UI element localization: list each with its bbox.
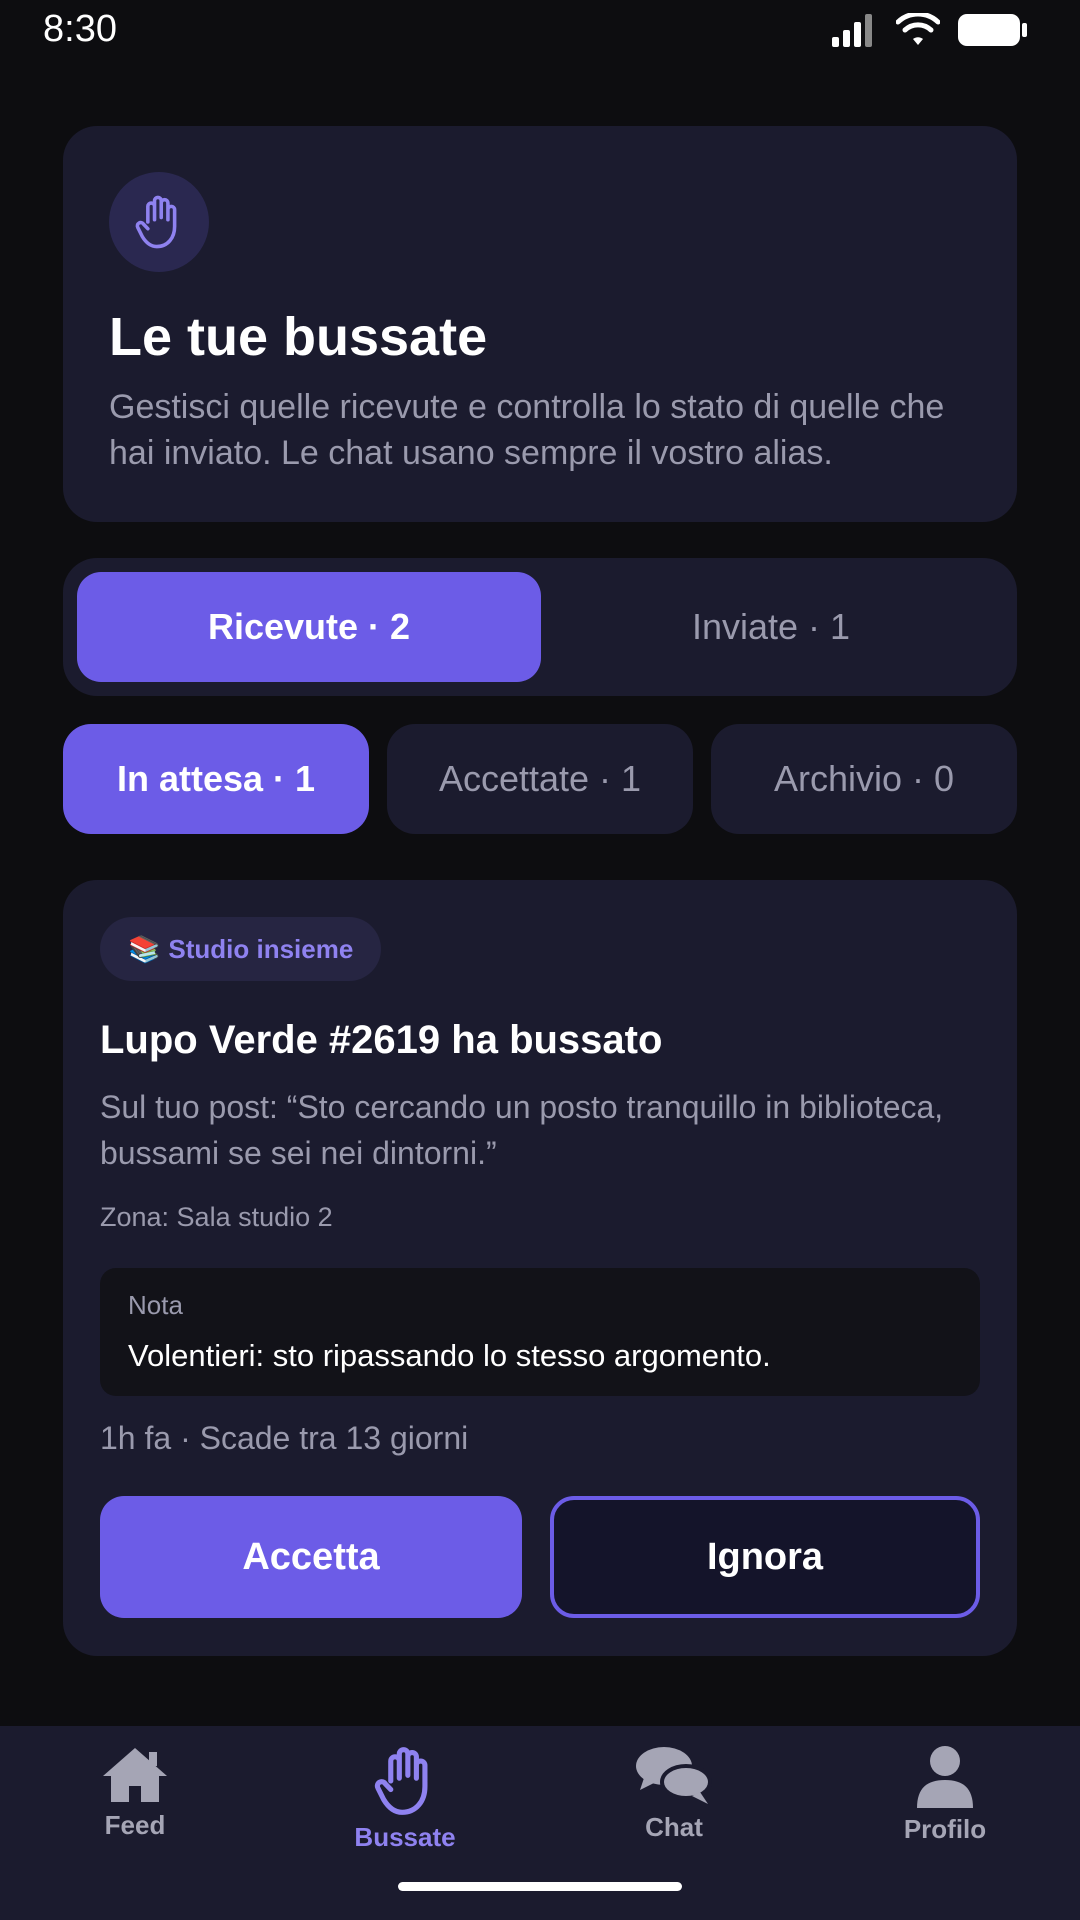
category-tag-label: Studio insieme [168,933,354,964]
page-subtitle: Gestisci quelle ricevute e controlla lo … [109,388,945,472]
wifi-icon [896,13,940,45]
books-icon: 📚 [128,933,161,964]
page-title: Le tue bussate [109,307,488,367]
category-tag: 📚 Studio insieme [100,917,382,981]
battery-icon [958,14,1027,46]
main-tabs: Ricevute · 2 Inviate · 1 [63,558,1017,696]
knock-zone: Zona: Sala studio 2 [100,1202,333,1232]
nav-item-profilo[interactable]: Profilo [845,1744,1045,1845]
knock-title: Lupo Verde #2619 ha bussato [100,1018,663,1062]
note-box: Nota Volentieri: sto ripassando lo stess… [100,1268,980,1396]
nav-item-bussate[interactable]: Bussate [305,1744,505,1853]
chat-icon [636,1747,712,1804]
nav-label-feed: Feed [104,1810,166,1840]
home-icon [103,1748,167,1802]
home-indicator[interactable] [398,1882,682,1891]
status-bar: 8:30 [0,0,1080,60]
note-text: Volentieri: sto ripassando lo stesso arg… [128,1338,771,1373]
status-time: 8:30 [43,8,117,50]
note-label: Nota [128,1290,183,1320]
nav-label-bussate: Bussate [354,1822,456,1852]
header-card: Le tue bussate Gestisci quelle ricevute … [63,126,1017,522]
hand-icon [135,195,177,249]
knock-card: 📚 Studio insieme Lupo Verde #2619 ha bus… [63,880,1017,1656]
header-icon-badge [109,172,209,272]
profile-icon [917,1746,973,1808]
signal-icon [832,14,872,47]
accept-button[interactable]: Accetta [100,1496,522,1618]
filter-in-attesa[interactable]: In attesa · 1 [63,724,369,834]
filter-accettate[interactable]: Accettate · 1 [387,724,693,834]
status-icons [832,12,1028,48]
nav-label-chat: Chat [645,1812,703,1842]
nav-item-chat[interactable]: Chat [574,1744,774,1843]
tab-inviate[interactable]: Inviate · 1 [539,572,1003,682]
filter-archivio[interactable]: Archivio · 0 [711,724,1017,834]
ignore-button[interactable]: Ignora [550,1496,980,1618]
nav-label-profilo: Profilo [903,1814,987,1844]
nav-item-feed[interactable]: Feed [35,1744,235,1841]
tab-ricevute[interactable]: Ricevute · 2 [77,572,541,682]
knock-post-text: Sul tuo post: “Sto cercando un posto tra… [100,1089,944,1171]
hand-icon [374,1747,428,1815]
knock-meta: 1h fa · Scade tra 13 giorni [100,1420,469,1456]
